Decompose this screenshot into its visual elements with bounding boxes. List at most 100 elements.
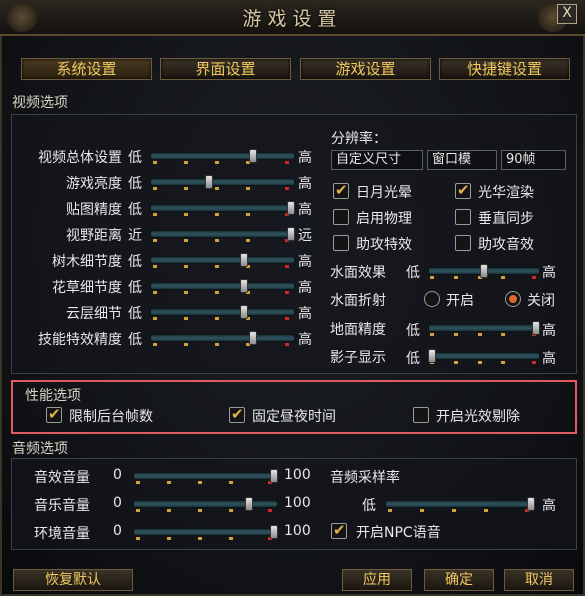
video-slider-track[interactable]: [150, 282, 295, 290]
video-slider-track[interactable]: [150, 256, 295, 264]
video-slider[interactable]: [150, 302, 295, 322]
audio-slider-high: 100: [284, 467, 311, 483]
audio-slider-track[interactable]: [133, 500, 278, 508]
video-slider-label: 视频总体设置: [38, 150, 122, 166]
water-reflection-label: 水面折射: [330, 293, 386, 309]
shadow-slider[interactable]: [428, 346, 540, 366]
tab-system-settings[interactable]: 系统设置: [21, 58, 152, 80]
assist-sound-checkbox[interactable]: [455, 235, 471, 251]
video-slider-knob[interactable]: [249, 149, 257, 163]
water-effect-slider[interactable]: [428, 261, 540, 281]
video-slider-tick: [215, 291, 219, 294]
water-effect-slider-knob[interactable]: [480, 264, 488, 278]
fps-select[interactable]: 90帧: [501, 150, 566, 170]
video-slider-track[interactable]: [150, 178, 295, 186]
limit-background-fps-checkbox[interactable]: [46, 405, 62, 423]
video-slider[interactable]: [150, 250, 295, 270]
video-slider-track[interactable]: [150, 334, 295, 342]
fixed-daynight-checkbox[interactable]: [229, 405, 245, 423]
sample-rate-slider-knob[interactable]: [527, 497, 535, 511]
video-slider-tick: [184, 343, 188, 346]
vsync-checkbox[interactable]: [455, 209, 471, 225]
video-slider-tick: [215, 239, 219, 242]
assist-effect-checkbox[interactable]: [333, 235, 349, 251]
video-slider-label: 云层细节: [66, 306, 122, 322]
water-reflection-on-radio[interactable]: [424, 291, 440, 307]
ground-detail-slider[interactable]: [428, 318, 540, 338]
apply-button[interactable]: 应用: [342, 569, 412, 591]
shadow-slider-track[interactable]: [428, 352, 540, 360]
video-slider-low: 低: [128, 150, 142, 166]
npc-voice-checkbox[interactable]: [331, 521, 347, 539]
water-reflection-off-radio[interactable]: [505, 291, 521, 307]
close-icon[interactable]: X: [557, 4, 577, 24]
physics-checkbox[interactable]: [333, 209, 349, 225]
video-slider[interactable]: [150, 276, 295, 296]
limit-background-fps-label: 限制后台帧数: [69, 409, 153, 425]
video-slider-high: 高: [298, 254, 312, 270]
video-slider-knob[interactable]: [249, 331, 257, 345]
sun-moon-halo-checkbox[interactable]: [333, 181, 349, 199]
shadow-slider-knob[interactable]: [428, 349, 436, 363]
sample-rate-slider[interactable]: [385, 494, 535, 514]
audio-slider-low: 0: [113, 495, 122, 511]
window-mode-select[interactable]: 窗口模: [427, 150, 497, 170]
water-effect-low: 低: [406, 265, 420, 281]
video-slider-knob[interactable]: [287, 227, 295, 241]
video-slider-label: 贴图精度: [66, 202, 122, 218]
tab-interface-settings[interactable]: 界面设置: [160, 58, 291, 80]
sample-rate-slider-tick: [420, 509, 424, 512]
video-slider-track[interactable]: [150, 152, 295, 160]
audio-slider-tick: [136, 509, 140, 512]
video-slider-knob[interactable]: [240, 253, 248, 267]
video-slider-tick: [285, 161, 289, 164]
light-render-checkbox[interactable]: [455, 181, 471, 199]
video-slider[interactable]: [150, 224, 295, 244]
audio-slider[interactable]: [133, 494, 278, 514]
ground-detail-slider-tick: [454, 333, 458, 336]
video-slider[interactable]: [150, 328, 295, 348]
audio-slider[interactable]: [133, 522, 278, 542]
video-slider-knob[interactable]: [240, 279, 248, 293]
ground-detail-slider-track[interactable]: [428, 324, 540, 332]
video-slider-knob[interactable]: [240, 305, 248, 319]
audio-slider-tick: [268, 509, 272, 512]
audio-slider-knob[interactable]: [270, 525, 278, 539]
video-slider-knob[interactable]: [287, 201, 295, 215]
light-culling-checkbox[interactable]: [413, 407, 429, 423]
ok-button[interactable]: 确定: [424, 569, 494, 591]
video-slider-low: 低: [128, 306, 142, 322]
video-slider[interactable]: [150, 146, 295, 166]
video-slider[interactable]: [150, 198, 295, 218]
title-bar[interactable]: 游戏设置 X: [0, 0, 585, 36]
sample-rate-slider-track[interactable]: [385, 500, 535, 508]
tab-hotkey-settings[interactable]: 快捷键设置: [439, 58, 570, 80]
shadow-slider-tick: [454, 361, 458, 364]
resolution-size-select[interactable]: 自定义尺寸: [331, 150, 423, 170]
ground-detail-slider-knob[interactable]: [532, 321, 540, 335]
restore-defaults-button[interactable]: 恢复默认: [13, 569, 133, 591]
audio-slider-track[interactable]: [133, 472, 278, 480]
video-slider-track[interactable]: [150, 204, 295, 212]
ground-detail-label: 地面精度: [330, 322, 386, 338]
video-slider-tick: [184, 213, 188, 216]
tab-game-settings[interactable]: 游戏设置: [300, 58, 431, 80]
video-slider-track[interactable]: [150, 308, 295, 316]
video-slider[interactable]: [150, 172, 295, 192]
video-slider-knob[interactable]: [205, 175, 213, 189]
fixed-daynight-label: 固定昼夜时间: [252, 409, 336, 425]
video-slider-tick: [215, 187, 219, 190]
sample-rate-low: 低: [362, 498, 376, 514]
audio-slider-low: 0: [113, 467, 122, 483]
ground-detail-high: 高: [542, 323, 556, 339]
video-slider-low: 低: [128, 280, 142, 296]
ground-detail-slider-tick: [430, 333, 434, 336]
video-slider-track[interactable]: [150, 230, 295, 238]
audio-slider-knob[interactable]: [270, 469, 278, 483]
audio-slider-knob[interactable]: [245, 497, 253, 511]
audio-slider-track[interactable]: [133, 528, 278, 536]
cancel-button[interactable]: 取消: [504, 569, 574, 591]
audio-slider[interactable]: [133, 466, 278, 486]
video-slider-tick: [215, 213, 219, 216]
video-slider-tick: [184, 265, 188, 268]
